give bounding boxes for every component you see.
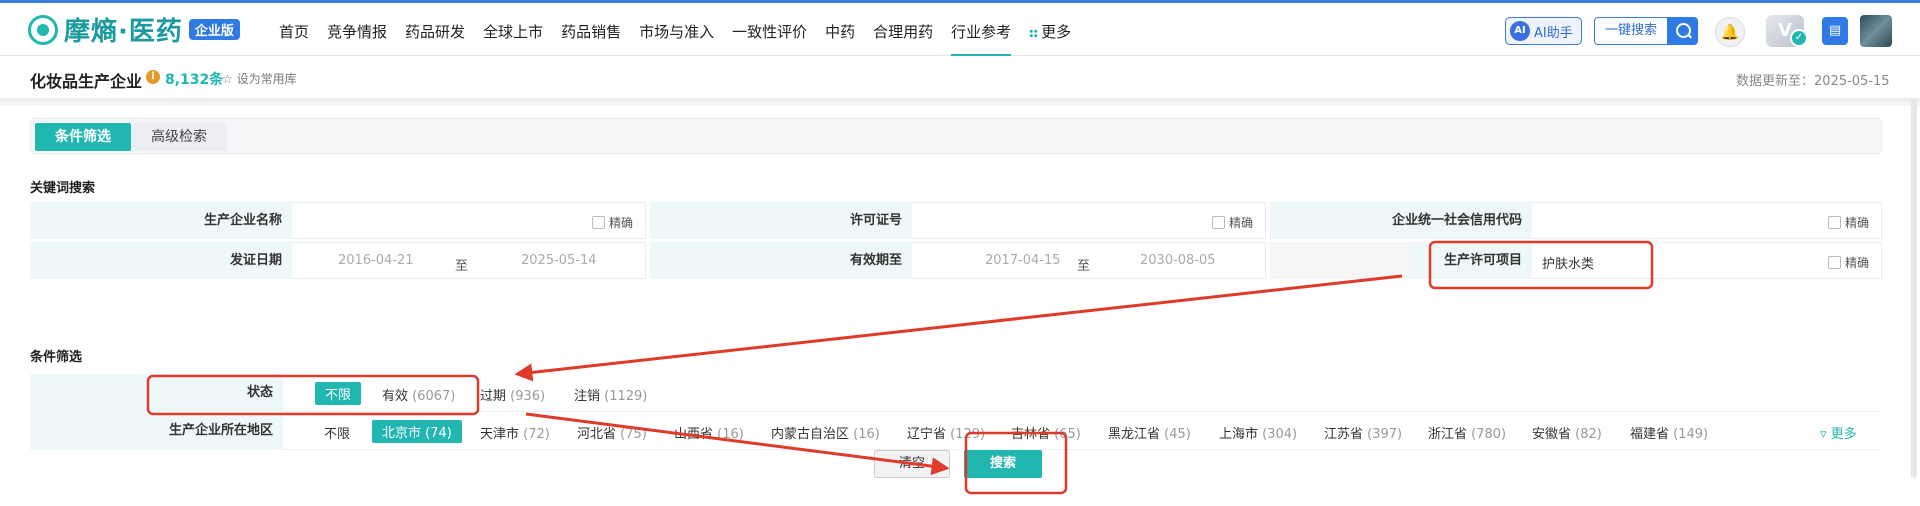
nav-more-label: 更多 [1041,23,1072,41]
bell-icon[interactable]: 🔔 [1715,17,1745,47]
status-label: 状态 [30,374,283,412]
main-menu: 首页 竞争情报 药品研发 全球上市 药品销售 市场与准入 一致性评价 中药 合理… [270,21,1080,57]
nav-item-drug-rd[interactable]: 药品研发 [396,21,474,57]
search-panel: 条件筛选 高级检索 关键词搜索 生产企业名称 精确 许可证号 精确 企业统一社会… [0,106,1920,506]
license-item-value: 护肤水类 [1542,257,1595,272]
credit-exact-checkbox[interactable]: 精确 [1828,214,1869,231]
logo-icon [28,14,58,45]
global-search[interactable]: 一键搜索 [1594,17,1699,45]
nav-item-home[interactable]: 首页 [270,21,318,57]
filter-icon: ▿ [1820,427,1831,442]
global-search-label[interactable]: 一键搜索 [1594,17,1669,45]
search-icon[interactable] [1668,17,1699,45]
book-icon[interactable]: ▤ [1822,17,1848,45]
info-icon[interactable]: i [146,70,160,84]
license-item-exact-checkbox[interactable]: 精确 [1828,254,1869,271]
nav-item-more[interactable]: 更多 [1020,21,1080,57]
search-tabs: 条件筛选 高级检索 [30,118,1882,154]
check-icon: ✓ [1790,29,1808,47]
nav-item-global-launch[interactable]: 全球上市 [474,21,552,57]
region-option-hebei[interactable]: 河北省 (75) [577,423,647,442]
logo-text: 摩熵·医药 [64,17,183,47]
valid-date-to-sep: 至 [1077,259,1091,274]
region-option-heilongjiang[interactable]: 黑龙江省 (45) [1108,423,1191,442]
favorite-label: 设为常用库 [236,72,297,86]
license-exact-checkbox[interactable]: 精确 [1212,214,1253,231]
issue-date-to-sep: 至 [455,259,469,274]
region-option-inner-mongolia[interactable]: 内蒙古自治区 (16) [771,423,880,442]
favorite-button[interactable]: ☆ 设为常用库 [222,70,297,87]
keyword-row-2: 发证日期 2016-04-21 至 2025-05-14 有效期至 2017-0… [30,242,1882,280]
nav-item-tcm[interactable]: 中药 [816,21,864,57]
region-label: 生产企业所在地区 [30,412,283,450]
region-option-jilin[interactable]: 吉林省 (65) [1011,423,1081,442]
credit-code-label: 企业统一社会信用代码 [1270,202,1532,239]
valid-date-from[interactable]: 2017-04-15 [985,253,1061,268]
valid-date-to[interactable]: 2030-08-05 [1140,253,1216,268]
company-name-label: 生产企业名称 [30,202,292,239]
data-updated-text: 数据更新至：2025-05-15 [1736,74,1890,89]
region-option-shanghai[interactable]: 上海市 (304) [1219,423,1297,442]
region-option-anhui[interactable]: 安徽省 (82) [1532,423,1602,442]
page-title: 化妆品生产企业 [30,72,143,91]
issue-date-from[interactable]: 2016-04-21 [338,253,414,268]
tab-condition-filter[interactable]: 条件筛选 [35,123,131,151]
keyword-section-title: 关键词搜索 [30,181,96,196]
nav-item-competitive-intel[interactable]: 竞争情报 [318,21,396,57]
license-item-input[interactable]: 护肤水类 精确 [1532,242,1882,279]
status-option-expired[interactable]: 过期 (936) [480,385,545,404]
page-header: 化妆品生产企业 i 8,132条 ☆ 设为常用库 数据更新至：2025-05-1… [0,56,1920,98]
page-scrollbar[interactable] [1910,98,1918,478]
company-exact-checkbox[interactable]: 精确 [592,214,633,231]
ai-assistant-button[interactable]: AI AI助手 [1505,17,1582,45]
nav-item-consistency-eval[interactable]: 一致性评价 [723,21,816,57]
region-more-link[interactable]: ▿ 更多 [1820,423,1857,442]
license-item-label: 生产许可项目 [1412,242,1532,279]
region-option-liaoning[interactable]: 辽宁省 (129) [907,423,985,442]
ai-icon: AI [1510,21,1530,41]
status-option-any[interactable]: 不限 [315,382,362,405]
search-button[interactable]: 搜索 [964,450,1042,478]
filter-section-title: 条件筛选 [30,350,83,365]
keyword-row-1: 生产企业名称 精确 许可证号 精确 企业统一社会信用代码 精确 [30,202,1882,240]
clear-button[interactable]: 清空 [874,450,950,478]
region-option-jiangsu[interactable]: 江苏省 (397) [1324,423,1402,442]
avatar[interactable] [1860,15,1892,47]
status-filter-row: 状态 不限 有效 (6067) 过期 (936) 注销 (1129) [30,374,1882,412]
tab-advanced-search[interactable]: 高级检索 [131,123,227,151]
license-no-input[interactable]: 精确 [912,202,1266,239]
issue-date-to[interactable]: 2025-05-14 [521,253,597,268]
company-name-input[interactable]: 精确 [292,202,646,239]
region-option-fujian[interactable]: 福建省 (149) [1630,423,1708,442]
nav-item-industry-ref[interactable]: 行业参考 [942,21,1020,57]
credit-code-input[interactable]: 精确 [1532,202,1882,239]
grid-dots-icon [1029,29,1039,38]
ai-assistant-label: AI助手 [1534,25,1573,41]
region-option-beijing[interactable]: 北京市 (74) [372,420,462,443]
top-nav: 摩熵·医药 企业版 首页 竞争情报 药品研发 全球上市 药品销售 市场与准入 一… [0,0,1920,56]
record-count: 8,132条 [165,72,224,88]
region-filter-row: 生产企业所在地区 不限 北京市 (74) 天津市 (72) 河北省 (75) 山… [30,412,1882,450]
nav-item-market-access[interactable]: 市场与准入 [630,21,723,57]
status-option-cancelled[interactable]: 注销 (1129) [574,385,647,404]
empty-label-cell [1270,242,1412,279]
issue-date-label: 发证日期 [30,242,292,279]
valid-until-range[interactable]: 2017-04-15 至 2030-08-05 [912,242,1266,279]
region-option-zhejiang[interactable]: 浙江省 (780) [1428,423,1506,442]
license-no-label: 许可证号 [650,202,912,239]
region-option-shanxi[interactable]: 山西省 (16) [674,423,744,442]
nav-item-drug-sales[interactable]: 药品销售 [552,21,630,57]
logo[interactable]: 摩熵·医药 企业版 [28,11,240,48]
valid-until-label: 有效期至 [650,242,912,279]
scrollbar-thumb[interactable] [1911,98,1917,478]
status-option-valid[interactable]: 有效 (6067) [382,385,455,404]
nav-item-rational-use[interactable]: 合理用药 [864,21,942,57]
star-icon: ☆ [222,72,237,86]
region-option-any[interactable]: 不限 [324,423,350,442]
edition-badge: 企业版 [188,19,240,40]
region-option-tianjin[interactable]: 天津市 (72) [480,423,550,442]
issue-date-range[interactable]: 2016-04-21 至 2025-05-14 [292,242,646,279]
